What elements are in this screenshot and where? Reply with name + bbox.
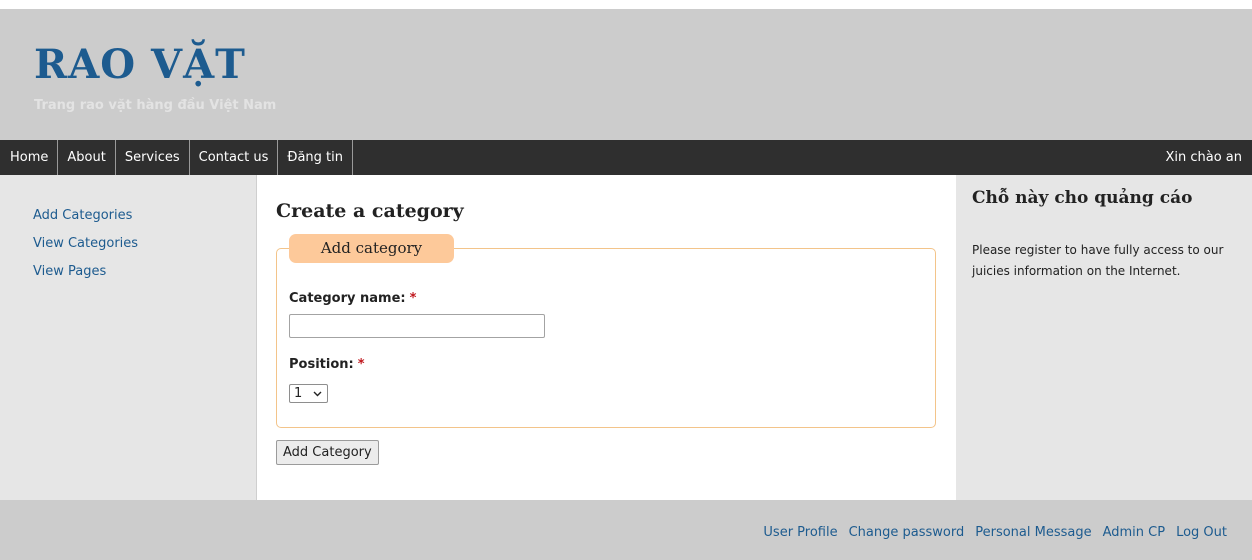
fieldset-legend: Add category xyxy=(289,234,454,263)
category-name-label-text: Category name: xyxy=(289,291,406,306)
site-footer: User Profile Change password Personal Me… xyxy=(0,500,1252,560)
nav-item-post-ad[interactable]: Đăng tin xyxy=(278,140,354,175)
user-greeting: Xin chào an xyxy=(1165,150,1242,165)
category-name-input[interactable] xyxy=(289,314,545,338)
position-label: Position: * xyxy=(289,357,365,372)
nav-item-home[interactable]: Home xyxy=(0,140,59,175)
footer-link-log-out[interactable]: Log Out xyxy=(1176,525,1227,540)
nav-item-contact[interactable]: Contact us xyxy=(190,140,279,175)
sidebar-item-view-pages[interactable]: View Pages xyxy=(33,258,138,286)
site-title[interactable]: RAO VẶT xyxy=(34,37,246,93)
add-category-button[interactable]: Add Category xyxy=(276,440,379,465)
footer-link-change-password[interactable]: Change password xyxy=(849,525,965,540)
category-name-label: Category name: * xyxy=(289,291,416,306)
site-header: RAO VẶT Trang rao vặt hàng đầu Việt Nam xyxy=(0,9,1252,140)
required-marker: * xyxy=(357,357,365,372)
position-select[interactable]: 1 xyxy=(289,384,328,403)
footer-links: User Profile Change password Personal Me… xyxy=(763,525,1227,540)
ad-heading: Chỗ này cho quảng cáo xyxy=(972,188,1193,208)
sidebar-item-add-categories[interactable]: Add Categories xyxy=(33,202,138,230)
left-sidebar: Add Categories View Categories View Page… xyxy=(0,175,257,500)
required-marker: * xyxy=(409,291,417,306)
top-rule xyxy=(0,0,1252,9)
chevron-down-icon xyxy=(313,385,322,408)
nav-item-services[interactable]: Services xyxy=(116,140,190,175)
position-select-value: 1 xyxy=(294,386,303,401)
main-content: Create a category Add category Category … xyxy=(257,175,955,500)
nav-item-about[interactable]: About xyxy=(58,140,116,175)
nav-list: Home About Services Contact us Đăng tin xyxy=(0,140,354,175)
footer-link-personal-message[interactable]: Personal Message xyxy=(975,525,1091,540)
add-category-fieldset: Add category Category name: * Position: * … xyxy=(276,234,936,428)
site-tagline: Trang rao vặt hàng đầu Việt Nam xyxy=(34,98,277,113)
footer-link-admin-cp[interactable]: Admin CP xyxy=(1103,525,1165,540)
ad-text: Please register to have fully access to … xyxy=(972,243,1224,278)
sidebar-links: Add Categories View Categories View Page… xyxy=(33,202,138,286)
footer-link-user-profile[interactable]: User Profile xyxy=(763,525,837,540)
position-label-text: Position: xyxy=(289,357,354,372)
sidebar-item-view-categories[interactable]: View Categories xyxy=(33,230,138,258)
ad-sidebar: Chỗ này cho quảng cáo Please register to… xyxy=(956,175,1252,500)
page-title: Create a category xyxy=(276,200,464,222)
main-nav: Home About Services Contact us Đăng tin … xyxy=(0,140,1252,175)
